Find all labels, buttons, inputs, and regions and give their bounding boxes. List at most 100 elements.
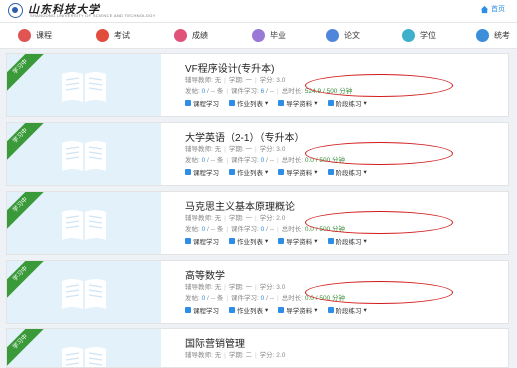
status-ribbon: 学习中: [7, 123, 52, 167]
total-time-value: 0.0 / 500 分钟: [304, 295, 346, 302]
status-ribbon: 学习中: [7, 329, 52, 367]
document-icon: [278, 100, 285, 106]
monitor-icon: [185, 169, 191, 175]
course-stats: 发帖: 0 / -- 条 | 课件学习: 0 / -- | 总时长: 0.0 / 500…: [185, 157, 346, 164]
book-icon: [62, 347, 106, 367]
course-thumbnail[interactable]: 学习中: [7, 261, 161, 323]
course-meta: 辅导教师: 无 | 学期: 一 | 学分: 3.0: [185, 77, 286, 84]
course-meta: 辅导教师: 无 | 学期: 一 | 学分: 3.0: [185, 284, 286, 291]
nav-label: 课程: [36, 31, 52, 40]
course-card[interactable]: 学习中 大学英语（2-1）（专升本） 辅导教师: 无 | 学期: 一 | 学分: 3.0 发帖…: [6, 122, 509, 186]
course-meta: 辅导教师: 无 | 学期: 一 | 学分: 3.0: [185, 146, 286, 153]
total-time-value: 0.0 / 500 分钟: [304, 226, 346, 233]
course-title[interactable]: 马克思主义基本原理概论: [185, 198, 295, 213]
edit-icon: [327, 238, 334, 244]
status-ribbon: 学习中: [7, 192, 52, 236]
book-icon: [62, 141, 106, 171]
course-stats: 发帖: 0 / -- 条 | 课件学习: 6 / -- | 总时长: 524.9 / 5…: [185, 88, 353, 95]
thesis-icon: [326, 29, 339, 42]
course-actions: 课程学习 作业列表 ▾ 导学资料 ▾ 阶段练习 ▾: [185, 236, 367, 246]
homework-list-link[interactable]: 作业列表 ▾: [229, 236, 268, 246]
home-label: 首页: [491, 6, 505, 13]
stage-practice-link[interactable]: 阶段练习 ▾: [327, 167, 367, 177]
course-study-link[interactable]: 课程学习: [185, 236, 219, 246]
nav-item-unified-exam[interactable]: 统考: [476, 29, 510, 42]
homework-list-link[interactable]: 作业列表 ▾: [229, 167, 268, 177]
nav-item-course[interactable]: 课程: [18, 29, 52, 42]
course-stats: 发帖: 0 / -- 条 | 课件学习: 0 / -- | 总时长: 0.0 / 500…: [185, 226, 346, 233]
nav-item-thesis[interactable]: 论文: [326, 29, 360, 42]
top-bar: 山东科技大学 SHANDONG UNIVERSITY OF SCIENCE AN…: [0, 0, 517, 23]
total-time-value: 0.0 / 500 分钟: [304, 157, 346, 164]
list-icon: [229, 100, 235, 106]
book-icon: [62, 279, 106, 309]
homework-list-link[interactable]: 作业列表 ▾: [229, 305, 268, 315]
nav-label: 论文: [344, 31, 360, 40]
book-icon: [62, 210, 106, 240]
nav-item-degree[interactable]: 学位: [402, 29, 436, 42]
edit-icon: [327, 307, 334, 313]
course-thumbnail[interactable]: 学习中: [7, 329, 161, 367]
course-title[interactable]: 国际营销管理: [185, 335, 245, 350]
document-icon: [278, 169, 285, 175]
course-icon: [18, 29, 31, 42]
guide-material-link[interactable]: 导学资料 ▾: [278, 98, 318, 108]
homework-list-link[interactable]: 作业列表 ▾: [229, 98, 268, 108]
grade-icon: [174, 29, 187, 42]
course-thumbnail[interactable]: 学习中: [7, 123, 161, 185]
course-stats: 发帖: 0 / -- 条 | 课件学习: 0 / -- | 总时长: 0.0 / 500…: [185, 295, 346, 302]
list-icon: [229, 238, 235, 244]
course-title[interactable]: 大学英语（2-1）（专升本）: [185, 129, 304, 144]
course-title[interactable]: 高等数学: [185, 267, 225, 282]
stage-practice-link[interactable]: 阶段练习 ▾: [327, 98, 367, 108]
monitor-icon: [185, 100, 191, 106]
status-ribbon: 学习中: [7, 261, 52, 305]
course-actions: 课程学习 作业列表 ▾ 导学资料 ▾ 阶段练习 ▾: [185, 167, 367, 177]
home-link[interactable]: 首页: [480, 4, 505, 14]
course-actions: 课程学习 作业列表 ▾ 导学资料 ▾ 阶段练习 ▾: [185, 98, 367, 108]
monitor-icon: [185, 307, 191, 313]
nav-item-graduation[interactable]: 毕业: [252, 29, 286, 42]
degree-icon: [402, 29, 415, 42]
stage-practice-link[interactable]: 阶段练习 ▾: [327, 305, 367, 315]
nav-label: 学位: [420, 31, 436, 40]
course-title[interactable]: VF程序设计(专升本): [185, 60, 274, 75]
unified-exam-icon: [476, 29, 489, 42]
course-actions: 课程学习 作业列表 ▾ 导学资料 ▾ 阶段练习 ▾: [185, 305, 367, 315]
edit-icon: [327, 169, 334, 175]
monitor-icon: [185, 238, 191, 244]
guide-material-link[interactable]: 导学资料 ▾: [278, 236, 318, 246]
home-icon: [480, 5, 489, 13]
nav-item-exam[interactable]: 考试: [96, 29, 130, 42]
course-card[interactable]: 学习中 高等数学辅导教师: 无 | 学期: 一 | 学分: 3.0 发帖: 0 / -- 条…: [6, 260, 509, 324]
nav-label: 成绩: [192, 31, 208, 40]
course-thumbnail[interactable]: 学习中: [7, 54, 161, 116]
edit-icon: [327, 100, 334, 106]
course-study-link[interactable]: 课程学习: [185, 98, 219, 108]
list-icon: [229, 169, 235, 175]
main-nav: 课程 考试 成绩 毕业 论文 学位 统考: [0, 23, 517, 49]
nav-label: 统考: [494, 31, 510, 40]
document-icon: [278, 307, 285, 313]
nav-label: 考试: [114, 31, 130, 40]
logo-subtitle: SHANDONG UNIVERSITY OF SCIENCE AND TECHN…: [30, 13, 156, 18]
graduation-icon: [252, 29, 265, 42]
course-meta: 辅导教师: 无 | 学期: 二 | 学分: 2.0: [185, 352, 286, 359]
guide-material-link[interactable]: 导学资料 ▾: [278, 167, 318, 177]
course-study-link[interactable]: 课程学习: [185, 305, 219, 315]
course-card[interactable]: 学习中 国际营销管理辅导教师: 无 | 学期: 二 | 学分: 2.0: [6, 328, 509, 368]
nav-item-grade[interactable]: 成绩: [174, 29, 208, 42]
exam-icon: [96, 29, 109, 42]
book-icon: [62, 72, 106, 102]
course-thumbnail[interactable]: 学习中: [7, 192, 161, 254]
university-seal-icon: [8, 3, 23, 18]
nav-label: 毕业: [270, 31, 286, 40]
course-study-link[interactable]: 课程学习: [185, 167, 219, 177]
course-card[interactable]: 学习中 马克思主义基本原理概论 辅导教师: 无 | 学期: 一 | 学分: 2.0 发帖: 0…: [6, 191, 509, 255]
document-icon: [278, 238, 285, 244]
status-ribbon: 学习中: [7, 54, 52, 98]
total-time-value: 524.9 / 500 分钟: [304, 88, 353, 95]
stage-practice-link[interactable]: 阶段练习 ▾: [327, 236, 367, 246]
course-card[interactable]: 学习中 VF程序设计(专升本) 辅导教师: 无 | 学期: 一 | 学分: 3.0 发帖: 0…: [6, 53, 509, 117]
guide-material-link[interactable]: 导学资料 ▾: [278, 305, 318, 315]
